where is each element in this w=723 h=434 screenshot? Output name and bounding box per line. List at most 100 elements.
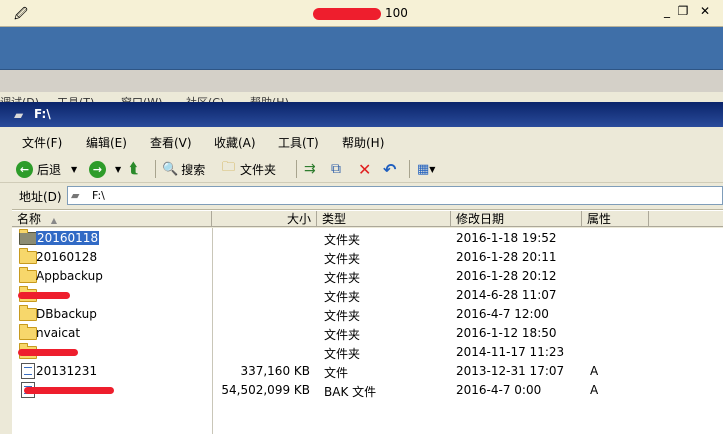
header-modified[interactable]: 修改日期 (451, 211, 582, 227)
file-name: 20131231 (36, 364, 98, 378)
file-row[interactable]: 20160128 文件夹 2016-1-28 20:11 (12, 247, 723, 266)
header-attributes[interactable]: 属性 (582, 211, 649, 227)
file-name: 20160128 (36, 250, 98, 264)
views-icon: ▦ (417, 161, 430, 177)
redaction-mark (18, 292, 70, 299)
delete-icon[interactable]: ✕ (358, 159, 371, 179)
folder-icon (19, 305, 37, 321)
close-button[interactable]: ✕ (697, 4, 713, 18)
minimize-button[interactable]: _ (659, 4, 675, 18)
header-name[interactable]: 名称 ▲ (12, 211, 212, 227)
column-divider (212, 228, 213, 434)
file-row[interactable]: Appbackup 文件夹 2016-1-28 20:12 (12, 266, 723, 285)
file-type: BAK 文件 (324, 385, 377, 399)
bg-menu-community: 社区(C) (186, 94, 224, 102)
file-row[interactable]: DBbackup 文件夹 2016-4-7 12:00 (12, 304, 723, 323)
header-size[interactable]: 大小 (212, 211, 317, 227)
file-type: 文件夹 (324, 328, 361, 342)
background-menubar: 调试(D) 工具(T) 窗口(W) 社区(C) 帮助(H) (0, 92, 723, 102)
move-to-icon[interactable]: ⇉ (304, 159, 316, 179)
restore-button[interactable]: ❐ (675, 4, 691, 18)
file-modified: 2014-11-17 11:23 (456, 345, 565, 359)
back-dropdown-icon[interactable]: ▼ (71, 165, 77, 174)
file-size: 337,160 KB (240, 364, 310, 378)
undo-icon[interactable]: ↶ (383, 159, 396, 179)
bg-menu-help: 帮助(H) (250, 94, 289, 102)
file-row[interactable]: 20160118 文件夹 2016-1-18 19:52 (12, 228, 723, 247)
file-attributes: A (590, 383, 599, 397)
folder-tree-icon: 🗀 (222, 160, 236, 175)
file-modified: 2016-4-7 12:00 (456, 307, 549, 321)
redaction-mark (24, 387, 114, 394)
menu-view[interactable]: 查看(V) (150, 134, 192, 151)
file-type: 文件夹 (324, 252, 361, 266)
folders-button[interactable]: 🗀 文件夹 (222, 159, 276, 179)
search-button[interactable]: 🔍 搜索 (162, 159, 205, 179)
file-type: 文件夹 (324, 309, 361, 323)
back-button[interactable]: ← 后退 ▼ (16, 159, 77, 179)
back-arrow-icon: ← (16, 160, 33, 178)
explorer-toolbar: ← 后退 ▼ → ▼ ⮬ 🔍 搜索 🗀 文件夹 ⇉ ⧉ ✕ ↶ ▦ ▼ (0, 156, 723, 183)
file-modified: 2016-1-28 20:12 (456, 269, 557, 283)
file-type: 文件夹 (324, 233, 361, 247)
drive-icon: ▰ (14, 108, 24, 122)
header-type-label: 类型 (322, 212, 347, 226)
file-modified: 2016-1-12 18:50 (456, 326, 557, 340)
up-folder-icon[interactable]: ⮬ (130, 159, 138, 179)
redaction-mark (313, 8, 381, 20)
menu-tools[interactable]: 工具(T) (278, 134, 319, 151)
file-row[interactable]: 文件夹 2014-11-17 11:23 (12, 342, 723, 361)
views-dropdown-icon: ▼ (429, 164, 436, 174)
remote-app-icon: 🖉 (14, 7, 28, 22)
forward-button[interactable]: → ▼ (89, 159, 121, 179)
file-size: 54,502,099 KB (221, 383, 310, 397)
file-modified: 2016-4-7 0:00 (456, 383, 542, 397)
file-modified: 2013-12-31 17:07 (456, 364, 565, 378)
folder-icon (19, 229, 37, 245)
file-modified: 2016-1-18 19:52 (456, 231, 557, 245)
folder-icon (19, 324, 37, 340)
explorer-title: F:\ (34, 107, 51, 121)
file-type: 文件夹 (324, 347, 361, 361)
header-type[interactable]: 类型 (317, 211, 451, 227)
file-row[interactable]: 54,502,099 KB BAK 文件 2016-4-7 0:00 A (12, 380, 723, 399)
toolbar-separator (155, 160, 156, 178)
address-label: 地址(D) (19, 190, 62, 204)
explorer-titlebar: ▰ F:\ (0, 102, 723, 127)
file-attributes: A (590, 364, 599, 378)
folder-icon (19, 267, 37, 283)
outer-window-banner (0, 27, 723, 70)
address-input[interactable]: ▰ F:\ (67, 186, 723, 205)
column-headers: 名称 ▲ 大小 类型 修改日期 属性 (12, 211, 723, 228)
file-row[interactable]: 20131231 337,160 KB 文件 2013-12-31 17:07 A (12, 361, 723, 380)
file-list: 20160118 文件夹 2016-1-18 19:52 20160128 文件夹 201… (12, 228, 723, 434)
file-name: DBbackup (36, 307, 97, 321)
address-value: F:\ (92, 189, 105, 202)
copy-to-icon[interactable]: ⧉ (331, 159, 341, 179)
header-size-label: 大小 (286, 212, 311, 226)
header-name-label: 名称 (17, 212, 42, 226)
views-button[interactable]: ▦ ▼ (417, 159, 435, 179)
bg-menu-window: 窗口(W) (121, 94, 162, 102)
folder-icon (19, 248, 37, 264)
toolbar-separator (409, 160, 410, 178)
forward-dropdown-icon[interactable]: ▼ (115, 165, 121, 174)
menu-edit[interactable]: 编辑(E) (86, 134, 127, 151)
menu-help[interactable]: 帮助(H) (342, 134, 384, 151)
redaction-mark (18, 349, 78, 356)
file-modified: 2014-6-28 11:07 (456, 288, 557, 302)
file-row[interactable]: 文件夹 2014-6-28 11:07 (12, 285, 723, 304)
address-bar: 地址(D) ▰ F:\ (0, 183, 723, 210)
header-attributes-label: 属性 (587, 212, 612, 226)
file-name: 20160118 (36, 231, 100, 245)
menu-file[interactable]: 文件(F) (22, 134, 62, 151)
file-type: 文件夹 (324, 290, 361, 304)
header-filler (649, 211, 723, 227)
file-row[interactable]: nvaicat 文件夹 2016-1-12 18:50 (12, 323, 723, 342)
drive-icon: ▰ (71, 189, 80, 202)
menu-favorites[interactable]: 收藏(A) (214, 134, 256, 151)
header-modified-label: 修改日期 (456, 212, 505, 226)
file-name: Appbackup (36, 269, 103, 283)
bg-menu-debug: 调试(D) (0, 94, 39, 102)
search-icon: 🔍 (162, 161, 179, 177)
